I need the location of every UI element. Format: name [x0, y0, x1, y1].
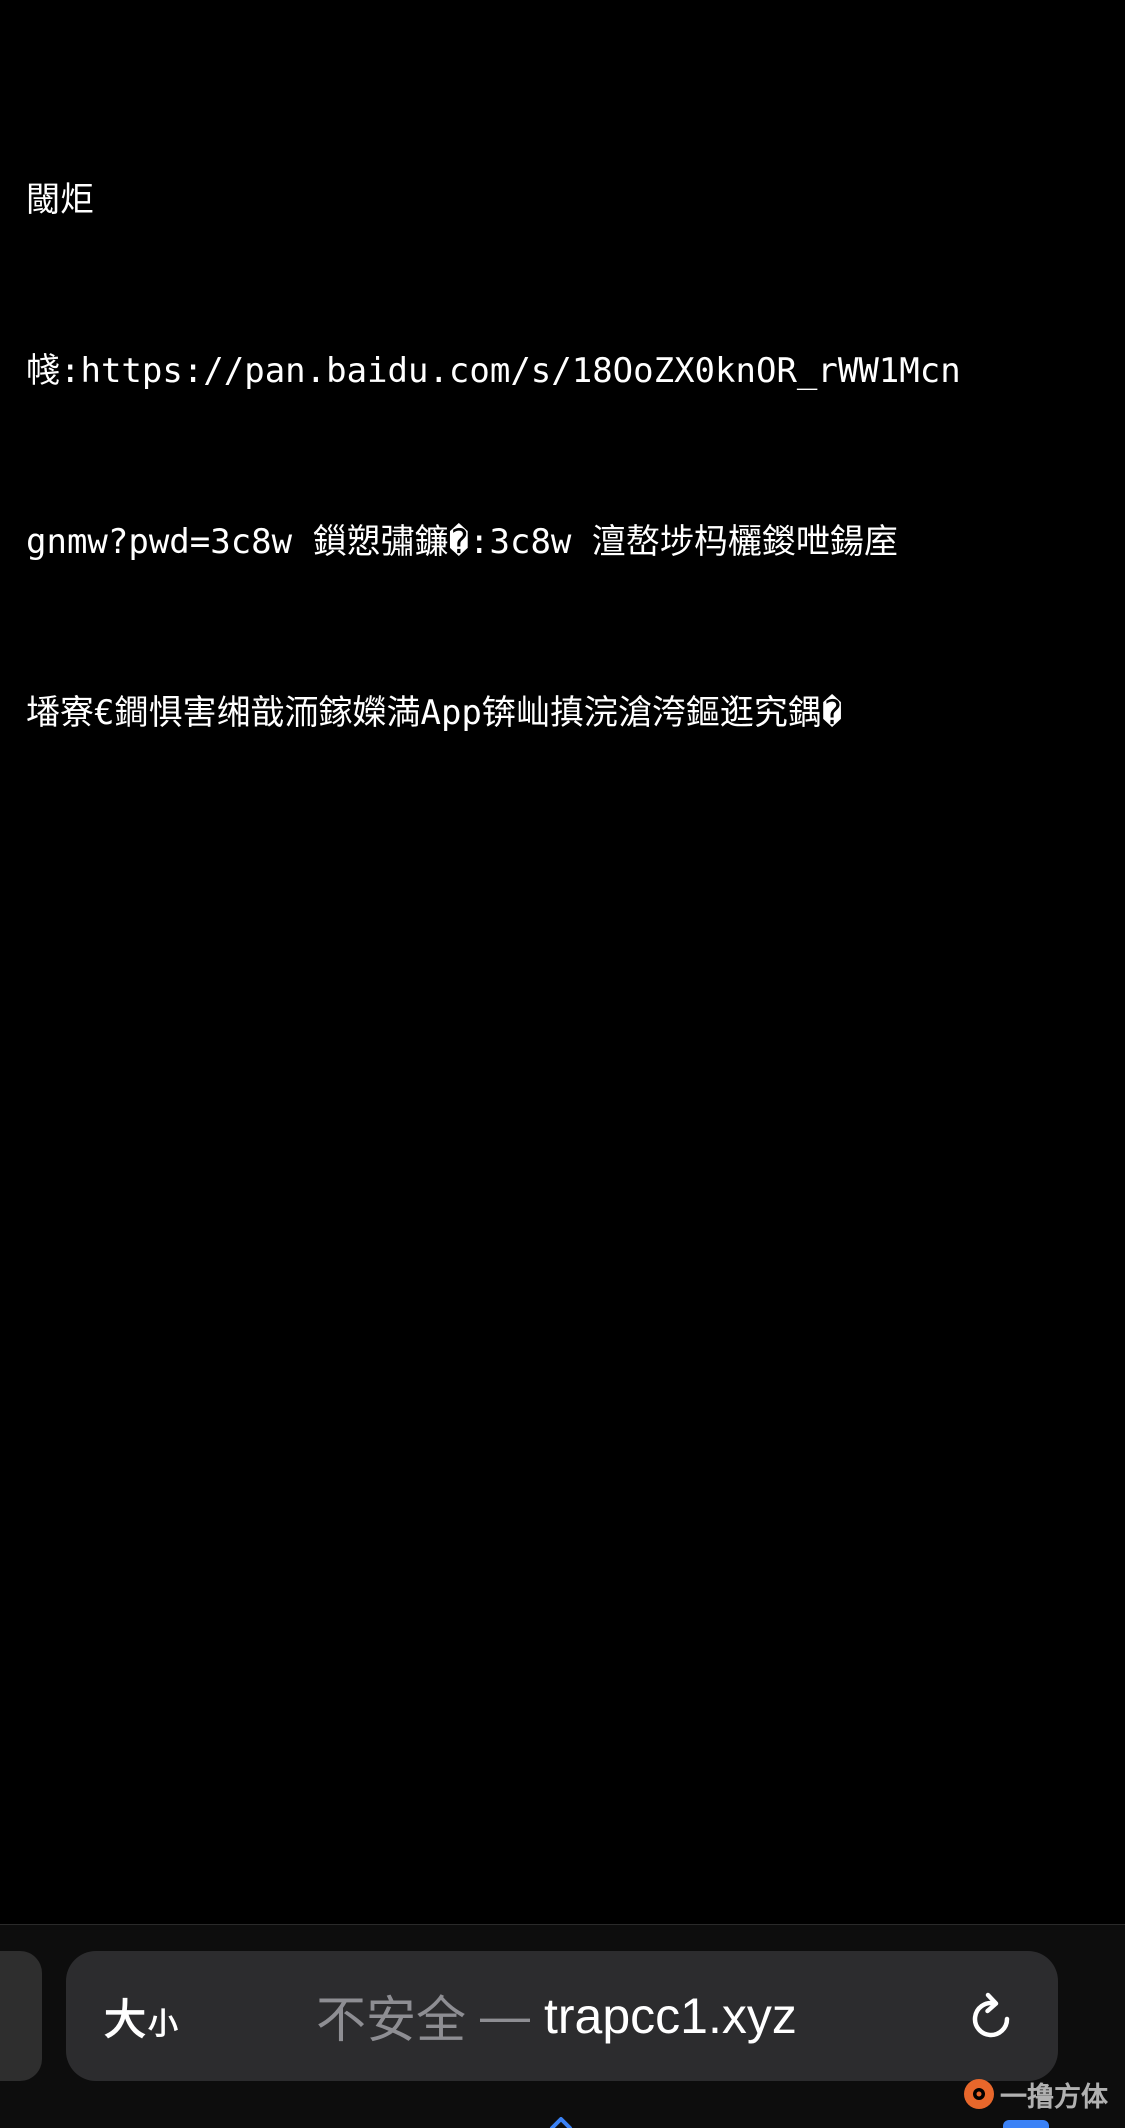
text-size-button[interactable]: 大 小	[104, 1951, 178, 2081]
watermark-logo-icon	[964, 2079, 994, 2109]
page-text-line: 帴:https://pan.baidu.com/s/18OoZX0knOR_rW…	[26, 351, 961, 391]
address-separator: —	[480, 1988, 530, 2044]
text-size-large-glyph: 大	[104, 1994, 147, 2044]
watermark-text: 一撸方体	[1000, 2081, 1108, 2113]
security-label: 不安全	[316, 1992, 466, 2048]
browser-bottom-bar: 大 小 不安全 — trapcc1.xyz	[0, 1924, 1125, 2128]
page-text-line: 閾炬	[26, 180, 94, 220]
watermark: 一撸方体	[962, 2074, 1125, 2114]
reload-icon[interactable]	[964, 1991, 1018, 2045]
page-text-line: gnmw?pwd=3c8w 鎻愬彇鐮�:3c8w 澶嶅埗杩欐鍐呭鍚庢	[26, 522, 898, 562]
address-field[interactable]: 不安全 — trapcc1.xyz	[316, 1951, 797, 2081]
page-text-line: 墦寮€鐧惧害缃戠洏鎵嬫満App锛屾搷浣滄洿鏂逛究鍝�	[26, 693, 843, 733]
tabs-icon[interactable]	[1003, 2120, 1049, 2128]
share-icon[interactable]	[548, 2117, 574, 2128]
previous-tab-preview[interactable]	[0, 1951, 42, 2081]
address-bar[interactable]: 大 小 不安全 — trapcc1.xyz	[66, 1951, 1058, 2081]
text-size-small-glyph: 小	[148, 2007, 179, 2042]
page-text-content: 閾炬 帴:https://pan.baidu.com/s/18OoZX0knOR…	[26, 58, 1101, 799]
domain-label: trapcc1.xyz	[544, 1988, 797, 2044]
